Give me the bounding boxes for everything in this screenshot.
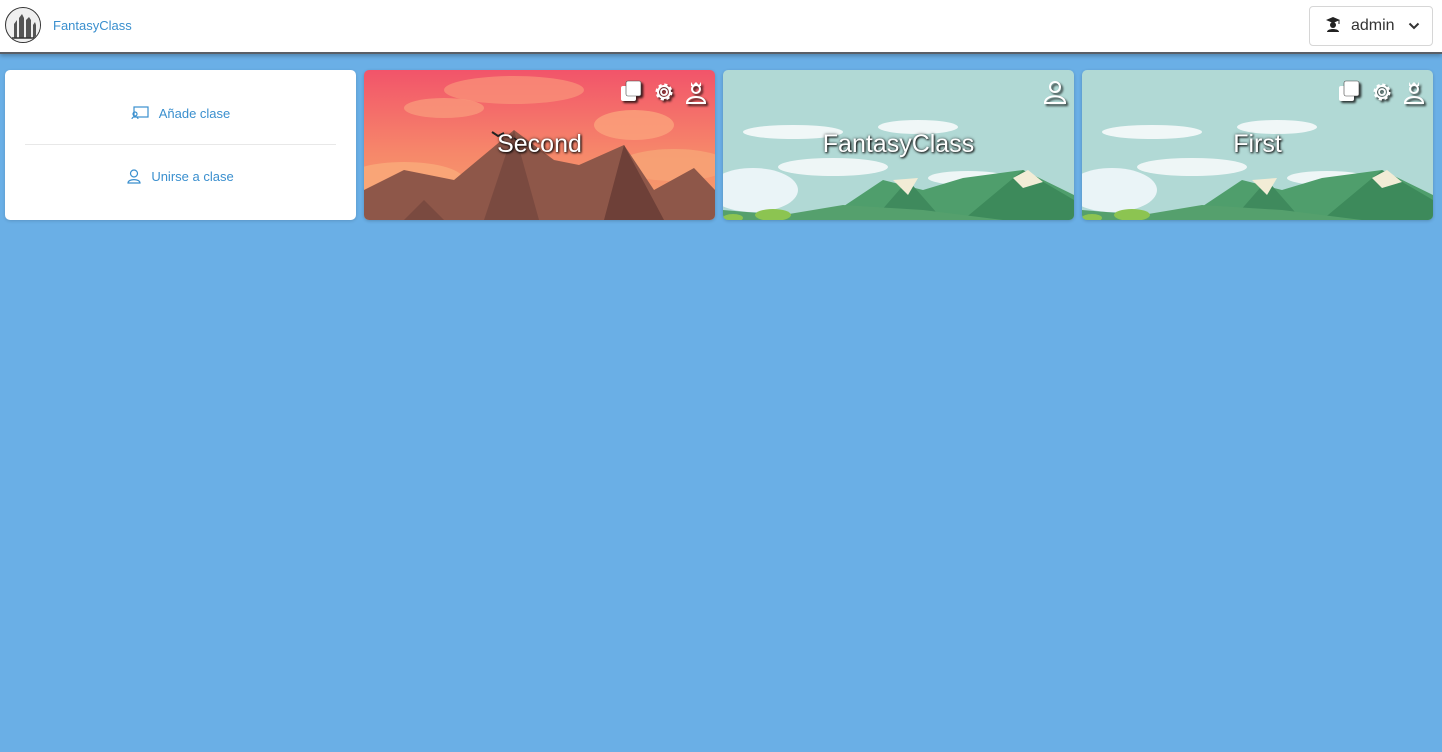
gear-icon[interactable] bbox=[1369, 79, 1395, 105]
add-class-button[interactable]: Añade clase bbox=[25, 82, 336, 144]
teacher-icon[interactable] bbox=[1401, 79, 1427, 105]
copy-icon[interactable] bbox=[619, 79, 645, 105]
user-name: admin bbox=[1351, 17, 1395, 34]
class-title: Second bbox=[497, 130, 582, 158]
user-menu-button[interactable]: admin bbox=[1309, 6, 1433, 46]
user-icon bbox=[127, 168, 141, 184]
join-class-label: Unirse a clase bbox=[151, 168, 234, 184]
user-icon[interactable] bbox=[1042, 79, 1068, 105]
class-card-fantasyclass[interactable]: FantasyClass bbox=[723, 70, 1074, 220]
castle-logo-icon[interactable] bbox=[5, 7, 41, 43]
class-card-first[interactable]: First bbox=[1082, 70, 1433, 220]
class-actions-card: Añade clase Unirse a clase bbox=[5, 70, 356, 220]
chevron-down-icon bbox=[1408, 22, 1420, 30]
join-class-button[interactable]: Unirse a clase bbox=[25, 145, 336, 207]
brand-link[interactable]: FantasyClass bbox=[53, 18, 132, 33]
navbar: FantasyClass admin bbox=[0, 0, 1442, 54]
graduate-icon bbox=[1325, 16, 1341, 37]
class-title: FantasyClass bbox=[822, 130, 975, 158]
class-card-second[interactable]: Second bbox=[364, 70, 715, 220]
add-class-label: Añade clase bbox=[158, 105, 231, 121]
gear-icon[interactable] bbox=[651, 79, 677, 105]
teacher-icon[interactable] bbox=[683, 79, 709, 105]
chalkboard-icon bbox=[131, 106, 149, 120]
class-title: First bbox=[1233, 130, 1282, 158]
copy-icon[interactable] bbox=[1337, 79, 1363, 105]
